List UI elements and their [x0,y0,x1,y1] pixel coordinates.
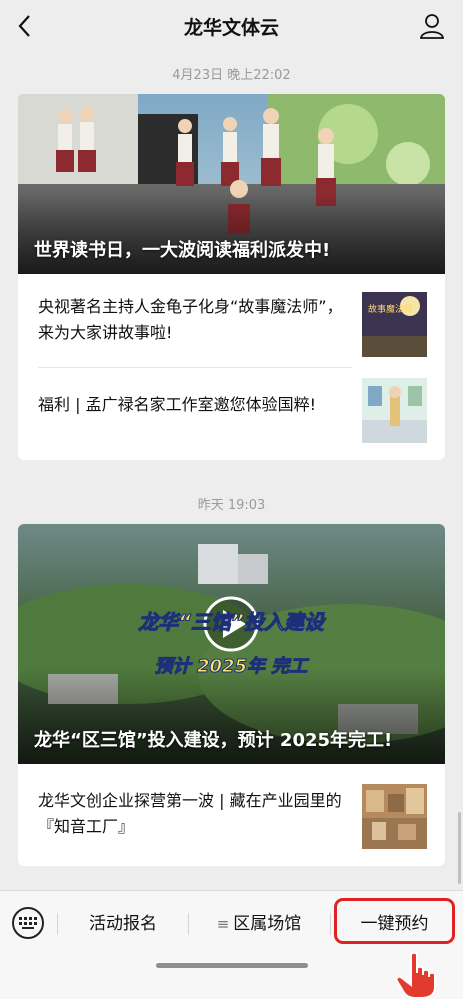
menu-item-label: 一键预约 [360,914,429,934]
top-bar: 龙华文体云 [0,0,463,52]
article-thumbnail [362,784,427,849]
hero-caption: 世界读书日，一大波阅读福利派发中! [34,240,331,261]
article-title: 福利 | 孟广禄名家工作室邀您体验国粹! [38,395,316,414]
profile-button[interactable] [417,10,447,42]
menu-item-label: 活动报名 [89,914,157,934]
menu-item-label: 区属场馆 [233,914,302,934]
menu-item-one-click-booking[interactable]: 一键预约 [336,909,453,934]
article-thumbnail: 故事魔法师 [362,292,427,357]
list-item[interactable]: 央视著名主持人金龟子化身“故事魔法师”，来为大家讲故事啦! 故事魔法师 [18,274,445,366]
article-title: 龙华文创企业探营第一波 | 藏在产业园里的『知音工厂』 [38,791,342,836]
bottom-menu: 活动报名 ≡ 区属场馆 一键预约 [0,890,463,999]
list-item[interactable]: 龙华文创企业探营第一波 | 藏在产业园里的『知音工厂』 [18,764,445,866]
keyboard-toggle-button[interactable] [12,907,44,939]
article-card: 世界读书日，一大波阅读福利派发中! 央视著名主持人金龟子化身“故事魔法师”，来为… [18,94,445,460]
person-icon [419,14,445,39]
menu-item-activity-signup[interactable]: 活动报名 [58,909,188,934]
article-title: 央视著名主持人金龟子化身“故事魔法师”，来为大家讲故事啦! [38,297,343,342]
pointer-hand-icon [395,951,436,999]
keyboard-icon [19,917,37,929]
hero-caption: 龙华“区三馆”投入建设，预计 2025年完工! [34,730,393,751]
svg-text:龙华“三馆”投入建设: 龙华“三馆”投入建设 [138,610,327,634]
message-timestamp: 昨天 19:03 [197,498,266,513]
article-card: 龙华“三馆”投入建设 预计 2025年 完工 龙华“区三馆”投入建设，预计 20… [18,524,445,866]
home-indicator [156,963,308,968]
page-title: 龙华文体云 [183,17,279,39]
scrollbar[interactable] [458,812,461,884]
list-item[interactable]: 福利 | 孟广禄名家工作室邀您体验国粹! [18,368,445,460]
hero-article[interactable]: 世界读书日，一大波阅读福利派发中! [18,94,445,274]
menu-item-district-venues[interactable]: ≡ 区属场馆 [189,909,329,934]
video-article[interactable]: 龙华“三馆”投入建设 预计 2025年 完工 龙华“区三馆”投入建设，预计 20… [18,524,445,764]
submenu-icon: ≡ [216,915,230,933]
article-thumbnail [362,378,427,443]
menu-divider [330,913,331,935]
message-timestamp: 4月23日 晚上22:02 [172,68,291,83]
svg-text:故事魔法师: 故事魔法师 [368,303,413,315]
svg-text:预计 2025年 完工: 预计 2025年 完工 [155,656,310,677]
